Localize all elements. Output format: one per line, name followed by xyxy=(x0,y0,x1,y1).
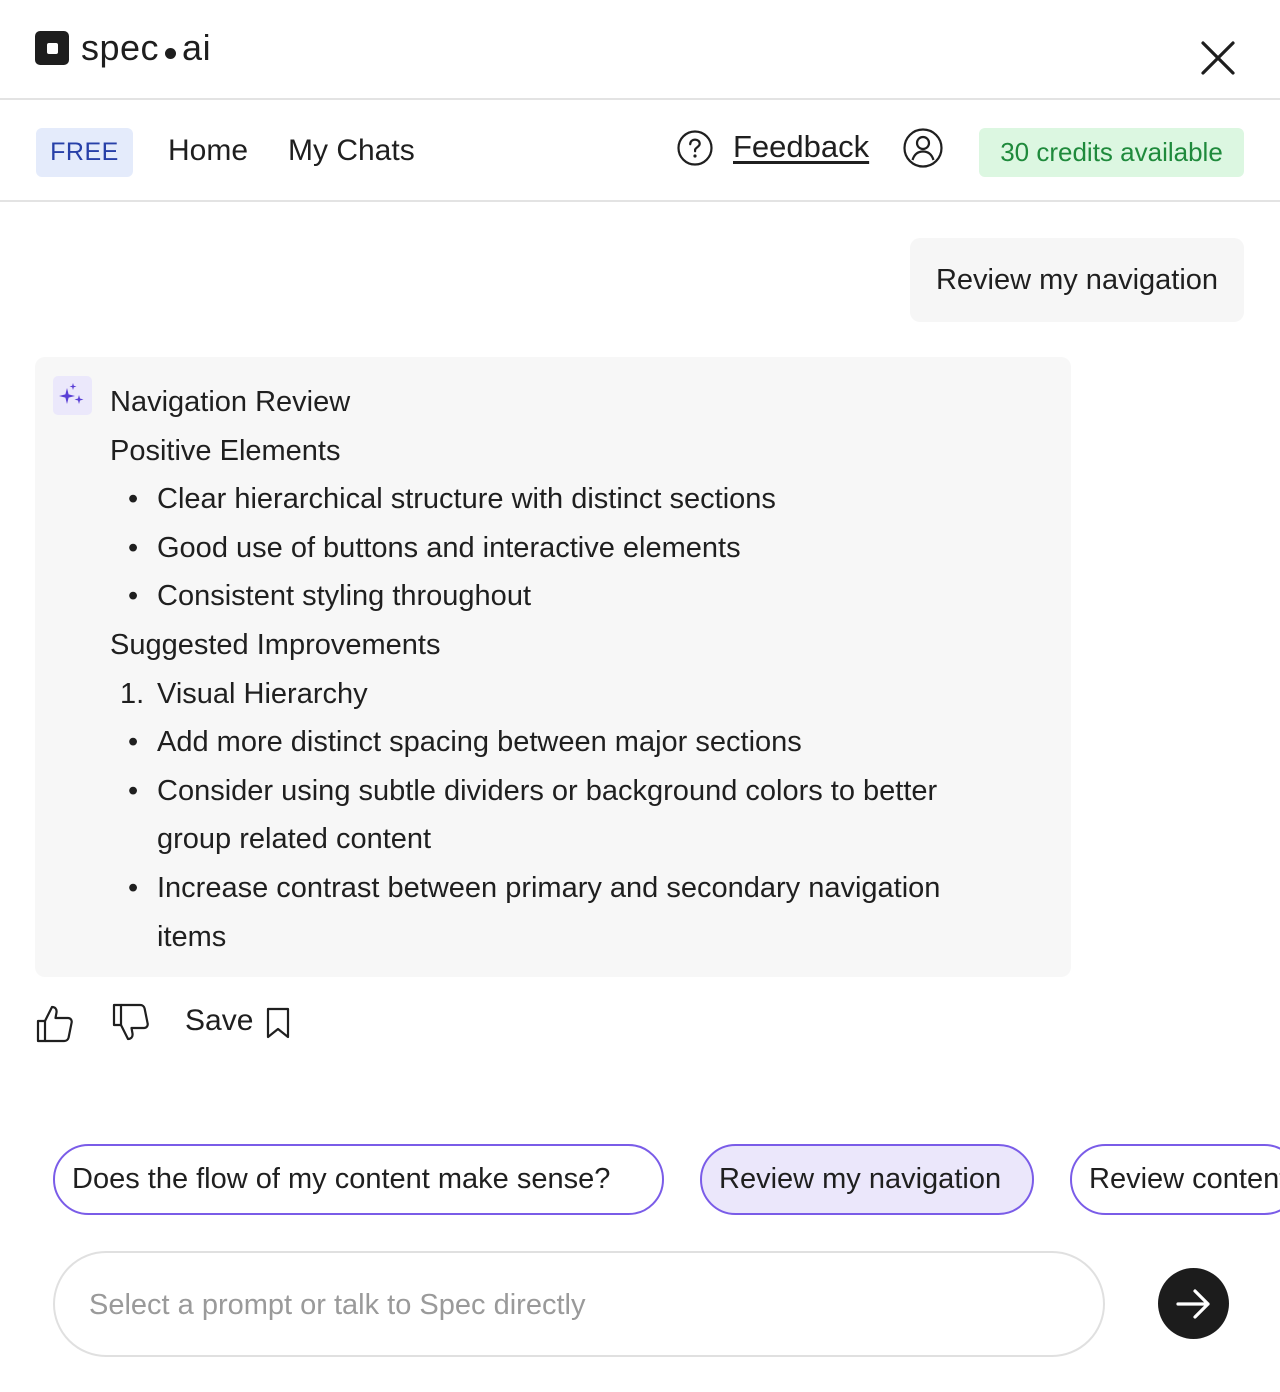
arrow-right-icon xyxy=(1175,1288,1210,1319)
prompt-input-container xyxy=(53,1251,1105,1357)
list-item: • Add more distinct spacing between major… xyxy=(128,726,802,759)
logo-text: spec ai xyxy=(81,27,211,69)
logo-text-left: spec xyxy=(81,27,160,68)
plan-badge: FREE xyxy=(36,128,133,177)
response-actions: Save xyxy=(35,1000,305,1046)
suggestion-chip-selected[interactable]: Review my navigation xyxy=(700,1144,1034,1215)
positive-heading: Positive Elements xyxy=(110,434,341,467)
logo-text-right: ai xyxy=(182,27,212,68)
feedback-link[interactable]: Feedback xyxy=(733,129,869,165)
sparkle-icon-badge xyxy=(53,376,92,415)
list-item: • Good use of buttons and interactive ele… xyxy=(128,531,741,564)
list-item: • Clear hierarchical structure with disti… xyxy=(128,483,776,516)
send-button[interactable] xyxy=(1158,1268,1229,1339)
suggestion-chip[interactable]: Review content xyxy=(1070,1144,1280,1215)
user-message-text: Review my navigation xyxy=(935,263,1219,296)
thumbs-down-icon[interactable] xyxy=(111,1002,151,1044)
save-button[interactable]: Save xyxy=(185,1004,253,1038)
list-item: • Increase contrast between primary and s… xyxy=(128,871,941,953)
suggestion-chip[interactable]: Does the flow of my content make sense? xyxy=(53,1144,664,1215)
help-circle-icon[interactable] xyxy=(676,129,714,167)
response-title: Navigation Review xyxy=(110,386,351,418)
spec-ai-logo: spec ai xyxy=(35,27,211,69)
prompt-input[interactable] xyxy=(89,1283,1069,1327)
thumbs-up-icon[interactable] xyxy=(35,1002,75,1044)
list-item: • Consistent styling throughout xyxy=(128,580,531,613)
sparkle-icon xyxy=(59,383,84,404)
nav-my-chats-link[interactable]: My Chats xyxy=(288,134,415,168)
close-icon xyxy=(1201,41,1235,75)
user-message-bubble: Review my navigation xyxy=(910,238,1244,322)
ai-response-content: Navigation Review Positive Elements • Cle… xyxy=(110,378,1050,961)
list-item: • Consider using subtle dividers or backg… xyxy=(128,774,938,856)
bookmark-icon[interactable] xyxy=(265,1006,291,1040)
user-circle-icon[interactable] xyxy=(902,127,944,169)
improvements-heading: Suggested Improvements xyxy=(110,628,441,661)
logo-mark-icon xyxy=(35,31,69,65)
nav-home-link[interactable]: Home xyxy=(168,134,248,168)
numbered-item: 1. Visual Hierarchy xyxy=(120,677,368,710)
credits-badge: 30 credits available xyxy=(979,128,1244,177)
top-nav: FREE Home My Chats Feedback 30 credits a… xyxy=(0,102,1280,202)
logo-dot xyxy=(165,47,177,59)
ai-response-card: Navigation Review Positive Elements • Cle… xyxy=(35,357,1071,977)
close-button[interactable] xyxy=(1196,36,1240,80)
title-bar: spec ai xyxy=(0,0,1280,100)
